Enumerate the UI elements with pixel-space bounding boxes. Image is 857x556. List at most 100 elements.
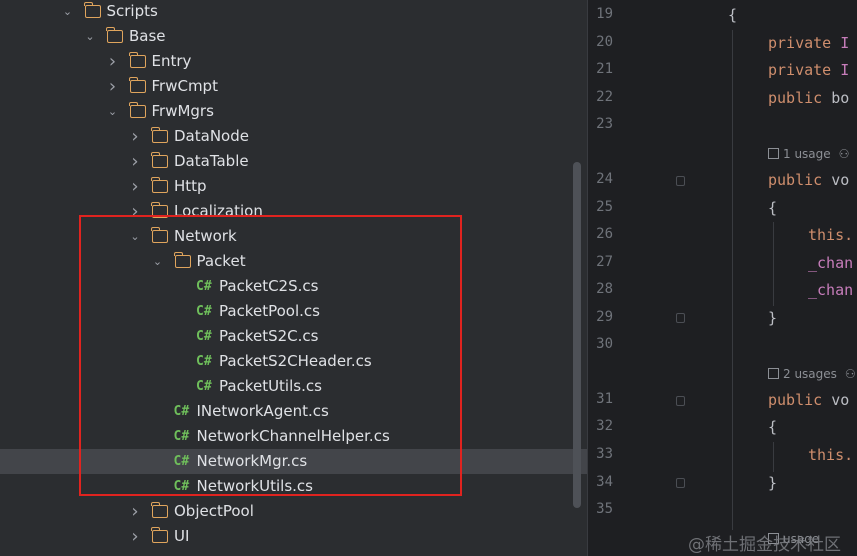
tree-scrollbar[interactable] [573, 162, 581, 508]
chevron-right-icon[interactable]: › [128, 149, 142, 174]
chevron-right-icon[interactable]: › [128, 124, 142, 149]
tree-folder-row[interactable]: ⌄ Network [0, 224, 587, 249]
code-line-21: private I [768, 61, 850, 79]
line-number: 29 [596, 309, 613, 325]
jump-icon [768, 148, 779, 159]
csharp-file-icon: C# [196, 304, 212, 319]
tree-file-row[interactable]: C# NetworkUtils.cs [0, 474, 587, 499]
project-tree[interactable]: ⌄ Scripts ⌄ Base › Entry › FrwCmpt ⌄ FrwMgrs › Data… [0, 0, 587, 556]
folder-icon [128, 102, 146, 118]
csharp-file-icon: C# [196, 379, 212, 394]
fold-marker[interactable] [676, 396, 685, 406]
line-number: 31 [596, 391, 613, 407]
tree-folder-row[interactable]: ⌄ Scripts [0, 0, 587, 24]
tree-file-row[interactable]: C# INetworkAgent.cs [0, 399, 587, 424]
folder-icon [151, 177, 168, 193]
tree-item-label: INetworkAgent.cs [196, 402, 329, 420]
tree-folder-row[interactable]: ⌄ Packet [0, 249, 587, 274]
chevron-down-icon[interactable]: ⌄ [151, 249, 165, 274]
tree-item-label: PacketC2S.cs [219, 277, 319, 295]
chevron-right-icon[interactable]: › [128, 199, 142, 224]
line-number: 35 [596, 501, 613, 517]
tree-item-label: ObjectPool [174, 502, 254, 520]
chevron-right-icon[interactable]: › [106, 49, 120, 74]
editor-border [587, 0, 588, 556]
csharp-file-icon: C# [173, 454, 190, 469]
tree-item-label: Network [174, 227, 237, 245]
tree-folder-row[interactable]: › Localization [0, 199, 587, 224]
indent-guide [732, 30, 733, 530]
tree-file-row[interactable]: C# PacketC2S.cs [0, 274, 587, 299]
code-editor[interactable]: 19 20 21 22 23 24 25 26 27 28 29 30 31 3… [587, 0, 857, 556]
line-number: 27 [596, 254, 613, 270]
chevron-down-icon[interactable]: ⌄ [106, 99, 120, 124]
indent-guide [773, 222, 774, 306]
tree-item-label: PacketS2C.cs [219, 327, 319, 345]
tree-item-label: Base [129, 27, 166, 45]
line-number: 28 [596, 281, 613, 297]
code-line-29: } [768, 309, 778, 327]
tree-folder-row[interactable]: › ObjectPool [0, 499, 587, 524]
folder-icon [106, 27, 123, 43]
code-line-33: this. [808, 446, 854, 464]
chevron-down-icon[interactable]: ⌄ [83, 24, 97, 49]
chevron-right-icon[interactable]: › [128, 524, 142, 549]
usage-hint[interactable]: 1 usage ⚇ [768, 147, 849, 161]
usage-hint[interactable]: 2 usages ⚇ [768, 367, 856, 381]
tree-folder-row[interactable]: ⌄ Base [0, 24, 587, 49]
tree-item-label: NetworkMgr.cs [196, 452, 308, 470]
code-line-32: { [768, 418, 778, 436]
line-number: 34 [596, 474, 613, 490]
chevron-down-icon[interactable]: ⌄ [128, 224, 142, 249]
fold-marker[interactable] [676, 478, 685, 488]
tree-folder-row[interactable]: › DataTable [0, 149, 587, 174]
tree-file-row[interactable]: C# NetworkMgr.cs [0, 449, 587, 474]
tree-file-row[interactable]: C# PacketS2C.cs [0, 324, 587, 349]
line-number: 25 [596, 199, 613, 215]
jump-icon [768, 368, 779, 379]
line-number: 19 [596, 6, 613, 22]
code-line-34: } [768, 474, 778, 492]
code-line-20: private I [768, 34, 850, 52]
tree-folder-row[interactable]: › DataNode [0, 124, 587, 149]
tree-file-row[interactable]: C# PacketPool.cs [0, 299, 587, 324]
line-number: 21 [596, 61, 613, 77]
csharp-file-icon: C# [196, 329, 212, 344]
tree-item-label: Localization [174, 202, 263, 220]
indent-guide [773, 442, 774, 472]
folder-icon [83, 2, 101, 18]
line-number: 30 [596, 336, 613, 352]
tree-item-label: Scripts [106, 2, 158, 20]
chevron-down-icon[interactable]: ⌄ [61, 0, 75, 24]
folder-icon [151, 227, 168, 243]
tree-item-label: Entry [151, 52, 192, 70]
tree-item-label: PacketS2CHeader.cs [219, 352, 372, 370]
line-number: 22 [596, 89, 613, 105]
line-number: 33 [596, 446, 613, 462]
tree-folder-row[interactable]: › UI [0, 524, 587, 549]
tree-item-label: FrwMgrs [151, 102, 214, 120]
tree-folder-row[interactable]: › Entry [0, 49, 587, 74]
chevron-right-icon[interactable]: › [128, 499, 142, 524]
tree-file-row[interactable]: C# PacketS2CHeader.cs [0, 349, 587, 374]
fold-marker[interactable] [676, 176, 685, 186]
tree-item-label: DataNode [174, 127, 249, 145]
folder-icon [151, 127, 168, 143]
tree-item-label: NetworkChannelHelper.cs [196, 427, 390, 445]
line-number: 20 [596, 34, 613, 50]
chevron-right-icon[interactable]: › [106, 74, 120, 99]
csharp-file-icon: C# [196, 279, 212, 294]
tree-folder-row[interactable]: ⌄ FrwMgrs [0, 99, 587, 124]
folder-icon [151, 152, 168, 168]
code-line-22: public bo [768, 89, 850, 107]
tree-file-row[interactable]: C# PacketUtils.cs [0, 374, 587, 399]
tree-item-label: UI [174, 527, 190, 545]
tree-folder-row[interactable]: › FrwCmpt [0, 74, 587, 99]
fold-marker[interactable] [676, 313, 685, 323]
tree-item-label: PacketUtils.cs [219, 377, 322, 395]
tree-file-row[interactable]: C# NetworkChannelHelper.cs [0, 424, 587, 449]
chevron-right-icon[interactable]: › [128, 174, 142, 199]
folder-icon [173, 252, 191, 268]
tree-item-label: PacketPool.cs [219, 302, 320, 320]
tree-folder-row[interactable]: › Http [0, 174, 587, 199]
